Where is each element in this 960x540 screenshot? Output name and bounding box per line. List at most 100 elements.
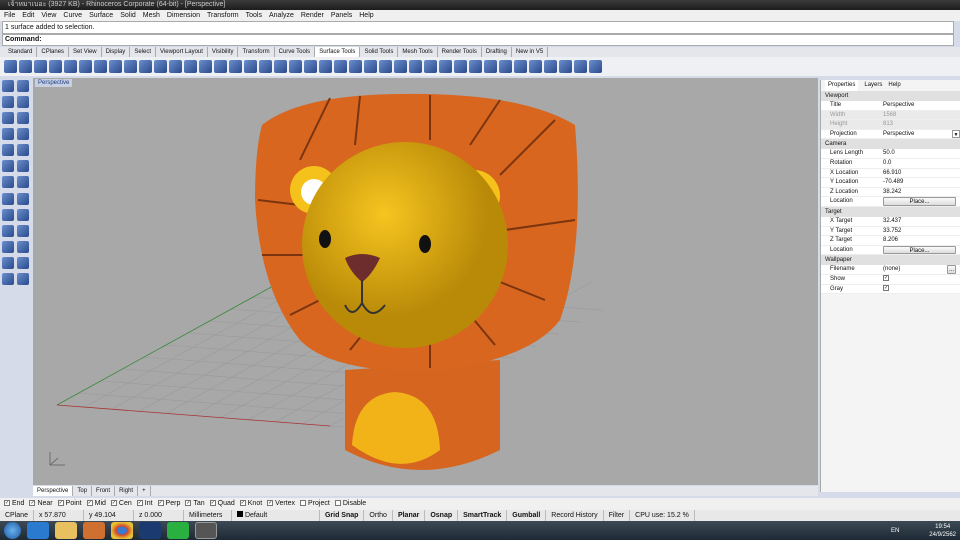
line-icon[interactable]	[167, 522, 189, 539]
osnap-cen[interactable]: ✓ Cen	[110, 498, 132, 510]
osnap-checkbox[interactable]: ✓	[86, 500, 93, 507]
tool-icon[interactable]	[17, 256, 29, 269]
tab-drafting[interactable]: Drafting	[482, 47, 512, 57]
media-player-icon[interactable]	[83, 522, 105, 539]
menu-edit[interactable]: Edit	[22, 10, 34, 21]
tool-icon[interactable]	[2, 272, 14, 285]
units[interactable]: Millimeters	[184, 510, 232, 521]
tab-properties[interactable]: Properties	[825, 80, 859, 91]
osnap-int[interactable]: ✓ Int	[136, 498, 153, 510]
surface-tool-icon[interactable]	[124, 60, 137, 73]
tool-icon[interactable]	[17, 80, 29, 92]
viewport-tab-top[interactable]: Top	[73, 486, 93, 496]
tool-icon[interactable]	[2, 240, 14, 253]
camera-place-button[interactable]: Place...	[883, 197, 956, 206]
osnap-checkbox[interactable]: ✓	[110, 500, 117, 507]
tab-render-tools[interactable]: Render Tools	[438, 47, 482, 57]
osnap-end[interactable]: ✓ End	[4, 498, 24, 510]
filter-toggle[interactable]: Filter	[604, 510, 631, 521]
osnap-checkbox[interactable]: ✓	[4, 500, 10, 507]
surface-tool-icon[interactable]	[139, 60, 152, 73]
menu-file[interactable]: File	[4, 10, 15, 21]
tool-icon[interactable]	[17, 208, 29, 221]
cplane-label[interactable]: CPlane	[0, 510, 34, 521]
browse-button[interactable]: ...	[947, 265, 956, 274]
tool-icon[interactable]	[2, 112, 14, 125]
ortho-toggle[interactable]: Ortho	[364, 510, 393, 521]
menu-help[interactable]: Help	[359, 10, 373, 21]
z-target-field[interactable]: 8.206	[883, 236, 960, 245]
tool-icon[interactable]	[17, 144, 29, 157]
photoshop-icon[interactable]	[139, 522, 161, 539]
surface-tool-icon[interactable]	[469, 60, 482, 73]
tool-icon[interactable]	[2, 176, 14, 189]
surface-tool-icon[interactable]	[199, 60, 212, 73]
osnap-checkbox[interactable]: ✓	[209, 500, 216, 507]
lens-length-field[interactable]: 50.0	[883, 149, 960, 158]
tab-standard[interactable]: Standard	[4, 47, 38, 57]
surface-tool-icon[interactable]	[499, 60, 512, 73]
surface-tool-icon[interactable]	[559, 60, 572, 73]
tab-select[interactable]: Select	[130, 47, 156, 57]
viewport-tab-perspective[interactable]: Perspective	[33, 486, 74, 496]
menu-surface[interactable]: Surface	[89, 10, 113, 21]
surface-tool-icon[interactable]	[109, 60, 122, 73]
osnap-checkbox[interactable]: ✓	[157, 500, 164, 507]
tool-icon[interactable]	[17, 272, 29, 285]
surface-tool-icon[interactable]	[439, 60, 452, 73]
menu-dimension[interactable]: Dimension	[167, 10, 200, 21]
surface-tool-icon[interactable]	[574, 60, 587, 73]
osnap-tan[interactable]: ✓ Tan	[185, 498, 205, 510]
tool-icon[interactable]	[17, 192, 29, 205]
file-explorer-icon[interactable]	[55, 522, 77, 539]
surface-tool-icon[interactable]	[34, 60, 47, 73]
tool-icon[interactable]	[2, 192, 14, 205]
surface-tool-icon[interactable]	[304, 60, 317, 73]
surface-tool-icon[interactable]	[514, 60, 527, 73]
osnap-vertex[interactable]: ✓ Vertex	[267, 498, 295, 510]
osnap-checkbox[interactable]: ✓	[29, 500, 36, 507]
menu-curve[interactable]: Curve	[63, 10, 82, 21]
tool-icon[interactable]	[17, 160, 29, 173]
tab-surface-tools[interactable]: Surface Tools	[315, 47, 361, 57]
surface-tool-icon[interactable]	[544, 60, 557, 73]
tool-icon[interactable]	[2, 224, 14, 237]
osnap-quad[interactable]: ✓ Quad	[209, 498, 235, 510]
tool-icon[interactable]	[2, 160, 14, 173]
tab-viewport-layout[interactable]: Viewport Layout	[156, 47, 208, 57]
viewport-title-field[interactable]: Perspective	[883, 101, 960, 110]
rhino-icon[interactable]	[195, 522, 217, 539]
surface-tool-icon[interactable]	[454, 60, 467, 73]
osnap-toggle[interactable]: Osnap	[425, 510, 459, 521]
surface-tool-icon[interactable]	[274, 60, 287, 73]
osnap-checkbox[interactable]: ✓	[57, 500, 64, 507]
lion-model[interactable]	[255, 93, 578, 470]
y-location-field[interactable]: -70.489	[883, 178, 960, 187]
osnap-project[interactable]: Project	[300, 498, 330, 510]
menu-panels[interactable]: Panels	[331, 10, 352, 21]
surface-tool-icon[interactable]	[244, 60, 257, 73]
osnap-checkbox[interactable]: ✓	[239, 500, 246, 507]
surface-tool-icon[interactable]	[409, 60, 422, 73]
z-location-field[interactable]: 38.242	[883, 188, 960, 197]
target-place-button[interactable]: Place...	[883, 245, 956, 255]
surface-tool-icon[interactable]	[169, 60, 182, 73]
viewport-tab-right[interactable]: Right	[115, 486, 139, 496]
tab-set-view[interactable]: Set View	[69, 47, 102, 57]
surface-tool-icon[interactable]	[589, 60, 602, 73]
tool-icon[interactable]	[17, 240, 29, 253]
osnap-checkbox[interactable]	[334, 500, 341, 507]
y-target-field[interactable]: 33.752	[883, 227, 960, 236]
viewport-title[interactable]: Perspective	[35, 79, 73, 87]
surface-tool-icon[interactable]	[529, 60, 542, 73]
rotation-field[interactable]: 0.0	[883, 159, 960, 168]
chrome-icon[interactable]	[111, 522, 133, 539]
surface-tool-icon[interactable]	[4, 60, 17, 73]
smarttrack-toggle[interactable]: SmartTrack	[458, 510, 508, 521]
tool-icon[interactable]	[2, 256, 14, 269]
internet-explorer-icon[interactable]	[27, 522, 49, 539]
osnap-checkbox[interactable]	[300, 500, 307, 507]
clock-date[interactable]: 24/9/2562	[929, 531, 956, 539]
x-location-field[interactable]: 66.910	[883, 169, 960, 178]
tab-transform[interactable]: Transform	[238, 47, 275, 57]
